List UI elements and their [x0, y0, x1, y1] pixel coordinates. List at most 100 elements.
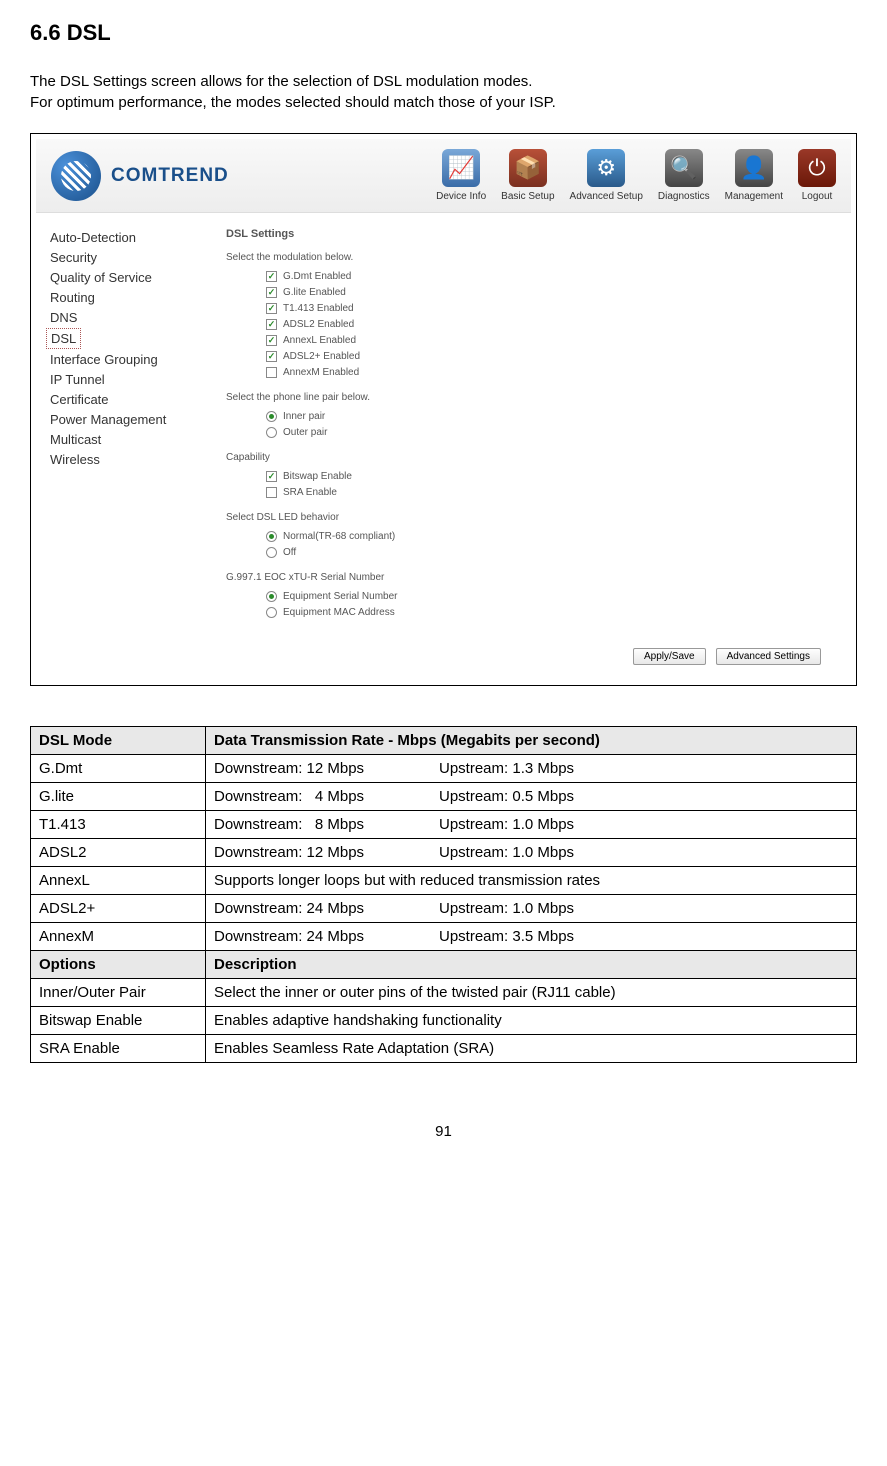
- checkbox-icon: [266, 487, 277, 498]
- checkbox-label: ADSL2+ Enabled: [283, 351, 360, 362]
- checkbox-label: AnnexL Enabled: [283, 335, 356, 346]
- apply-save-button[interactable]: Apply/Save: [633, 648, 706, 665]
- checkbox-annexm[interactable]: AnnexM Enabled: [266, 367, 841, 378]
- management-icon: 👤: [735, 149, 773, 187]
- device-info-icon: 📈: [442, 149, 480, 187]
- checkbox-label: AnnexM Enabled: [283, 367, 359, 378]
- radio-inner-pair[interactable]: Inner pair: [266, 411, 841, 422]
- nav-logout[interactable]: ⏻ Logout: [798, 149, 836, 202]
- mode-cell: AnnexM: [31, 923, 206, 951]
- rate-cell: Downstream: 24 MbpsUpstream: 1.0 Mbps: [206, 895, 857, 923]
- checkbox-label: G.lite Enabled: [283, 287, 346, 298]
- sidebar-item-dsl[interactable]: DSL: [46, 328, 81, 349]
- sidebar-item-multicast[interactable]: Multicast: [46, 430, 206, 449]
- checkbox-bitswap[interactable]: Bitswap Enable: [266, 471, 841, 482]
- sidebar-item-auto-detection[interactable]: Auto-Detection: [46, 228, 206, 247]
- pair-label: Select the phone line pair below.: [226, 392, 841, 403]
- intro-paragraph: The DSL Settings screen allows for the s…: [30, 71, 857, 113]
- mode-cell: ADSL2: [31, 839, 206, 867]
- serial-label: G.997.1 EOC xTU-R Serial Number: [226, 572, 841, 583]
- sidebar-item-ip-tunnel[interactable]: IP Tunnel: [46, 370, 206, 389]
- table-row: ADSL2 Downstream: 12 MbpsUpstream: 1.0 M…: [31, 839, 857, 867]
- radio-icon: [266, 591, 277, 602]
- checkbox-icon: [266, 287, 277, 298]
- sidebar-item-wireless[interactable]: Wireless: [46, 450, 206, 469]
- comtrend-logo-icon: [51, 151, 101, 201]
- radio-label: Equipment Serial Number: [283, 591, 398, 602]
- mode-cell: AnnexL: [31, 867, 206, 895]
- radio-led-normal[interactable]: Normal(TR-68 compliant): [266, 531, 841, 542]
- rate-cell: Downstream: 8 MbpsUpstream: 1.0 Mbps: [206, 811, 857, 839]
- table-row: Bitswap Enable Enables adaptive handshak…: [31, 1007, 857, 1035]
- checkbox-icon: [266, 471, 277, 482]
- capability-label: Capability: [226, 452, 841, 463]
- rate-cell: Downstream: 24 MbpsUpstream: 3.5 Mbps: [206, 923, 857, 951]
- checkbox-icon: [266, 351, 277, 362]
- sidebar-item-certificate[interactable]: Certificate: [46, 390, 206, 409]
- checkbox-label: G.Dmt Enabled: [283, 271, 351, 282]
- checkbox-icon: [266, 367, 277, 378]
- checkbox-adsl2plus[interactable]: ADSL2+ Enabled: [266, 351, 841, 362]
- checkbox-label: ADSL2 Enabled: [283, 319, 354, 330]
- checkbox-icon: [266, 303, 277, 314]
- radio-label: Equipment MAC Address: [283, 607, 395, 618]
- sidebar-item-power-management[interactable]: Power Management: [46, 410, 206, 429]
- nav-label: Advanced Setup: [570, 191, 643, 202]
- checkbox-t1413[interactable]: T1.413 Enabled: [266, 303, 841, 314]
- checkbox-glite[interactable]: G.lite Enabled: [266, 287, 841, 298]
- rate-cell: Supports longer loops but with reduced t…: [206, 867, 857, 895]
- checkbox-label: T1.413 Enabled: [283, 303, 354, 314]
- radio-label: Outer pair: [283, 427, 327, 438]
- option-cell: Inner/Outer Pair: [31, 979, 206, 1007]
- nav-label: Logout: [802, 191, 833, 202]
- sidebar-item-routing[interactable]: Routing: [46, 288, 206, 307]
- sidebar-item-security[interactable]: Security: [46, 248, 206, 267]
- checkbox-sra[interactable]: SRA Enable: [266, 487, 841, 498]
- checkbox-adsl2[interactable]: ADSL2 Enabled: [266, 319, 841, 330]
- nav-advanced-setup[interactable]: ⚙ Advanced Setup: [570, 149, 643, 202]
- advanced-settings-button[interactable]: Advanced Settings: [716, 648, 821, 665]
- radio-label: Off: [283, 547, 296, 558]
- nav-device-info[interactable]: 📈 Device Info: [436, 149, 486, 202]
- header-dsl-mode: DSL Mode: [31, 727, 206, 755]
- radio-label: Inner pair: [283, 411, 325, 422]
- sidebar-item-interface-grouping[interactable]: Interface Grouping: [46, 350, 206, 369]
- option-cell: Bitswap Enable: [31, 1007, 206, 1035]
- checkbox-label: SRA Enable: [283, 487, 337, 498]
- table-row: ADSL2+ Downstream: 24 MbpsUpstream: 1.0 …: [31, 895, 857, 923]
- checkbox-annexl[interactable]: AnnexL Enabled: [266, 335, 841, 346]
- rate-cell: Downstream: 12 MbpsUpstream: 1.3 Mbps: [206, 755, 857, 783]
- router-header: COMTREND 📈 Device Info 📦 Basic Setup ⚙ A…: [36, 139, 851, 213]
- checkbox-label: Bitswap Enable: [283, 471, 352, 482]
- table-row: T1.413 Downstream: 8 MbpsUpstream: 1.0 M…: [31, 811, 857, 839]
- radio-icon: [266, 547, 277, 558]
- rate-cell: Downstream: 12 MbpsUpstream: 1.0 Mbps: [206, 839, 857, 867]
- screenshot-frame: COMTREND 📈 Device Info 📦 Basic Setup ⚙ A…: [30, 133, 857, 686]
- radio-led-off[interactable]: Off: [266, 547, 841, 558]
- radio-outer-pair[interactable]: Outer pair: [266, 427, 841, 438]
- logo-text: COMTREND: [111, 165, 229, 187]
- table-row: AnnexM Downstream: 24 MbpsUpstream: 3.5 …: [31, 923, 857, 951]
- intro-line-1: The DSL Settings screen allows for the s…: [30, 71, 857, 92]
- header-options: Options: [31, 951, 206, 979]
- button-row: Apply/Save Advanced Settings: [36, 638, 851, 680]
- sidebar-item-qos[interactable]: Quality of Service: [46, 268, 206, 287]
- table-row: G.Dmt Downstream: 12 MbpsUpstream: 1.3 M…: [31, 755, 857, 783]
- logo-area: COMTREND: [51, 151, 229, 201]
- radio-label: Normal(TR-68 compliant): [283, 531, 395, 542]
- radio-mac-address[interactable]: Equipment MAC Address: [266, 607, 841, 618]
- logout-icon: ⏻: [798, 149, 836, 187]
- top-nav: 📈 Device Info 📦 Basic Setup ⚙ Advanced S…: [436, 149, 836, 202]
- page-number: 91: [30, 1123, 857, 1140]
- radio-serial-number[interactable]: Equipment Serial Number: [266, 591, 841, 602]
- section-title-text: DSL: [67, 20, 111, 45]
- modulation-label: Select the modulation below.: [226, 252, 841, 263]
- mode-cell: T1.413: [31, 811, 206, 839]
- option-cell: SRA Enable: [31, 1035, 206, 1063]
- nav-management[interactable]: 👤 Management: [725, 149, 783, 202]
- rate-cell: Downstream: 4 MbpsUpstream: 0.5 Mbps: [206, 783, 857, 811]
- sidebar-item-dns[interactable]: DNS: [46, 308, 206, 327]
- nav-diagnostics[interactable]: 🔍 Diagnostics: [658, 149, 710, 202]
- checkbox-gdmt[interactable]: G.Dmt Enabled: [266, 271, 841, 282]
- nav-basic-setup[interactable]: 📦 Basic Setup: [501, 149, 554, 202]
